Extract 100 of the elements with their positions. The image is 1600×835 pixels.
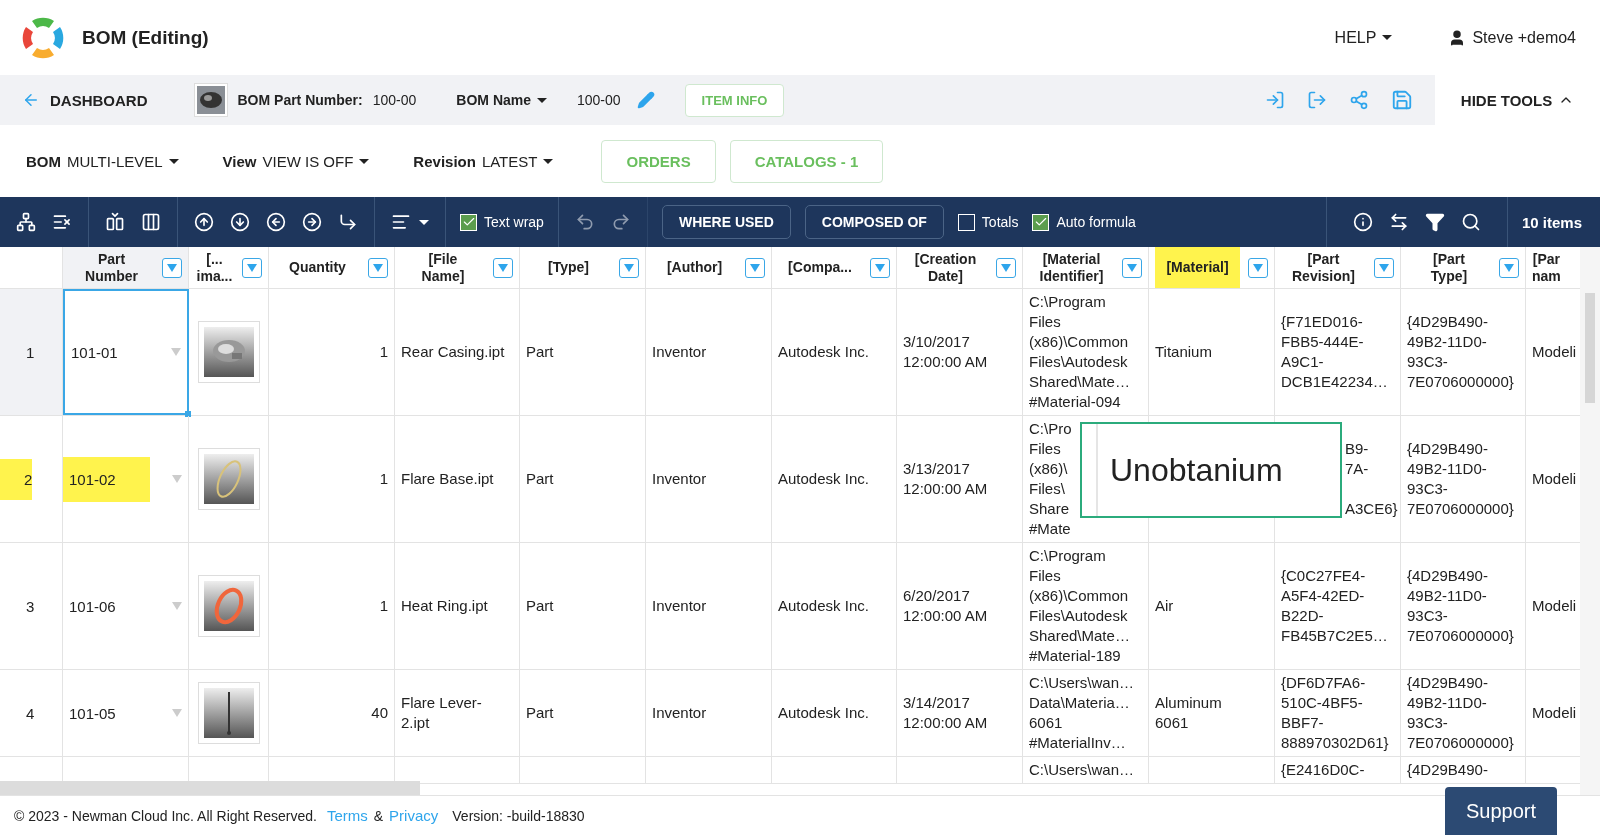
- column-header: Quantity: [288, 258, 347, 277]
- filter-dropdown[interactable]: [162, 257, 182, 278]
- view-selector[interactable]: BOM MULTI-LEVEL: [20, 151, 185, 171]
- table-cell: C:\Users\wan…: [1029, 760, 1135, 780]
- caret-icon: [1382, 35, 1393, 40]
- table-cell: Flare Lever- 2.ipt: [401, 693, 482, 733]
- user-menu[interactable]: Steve +demo4: [1442, 27, 1582, 48]
- table-cell: Autodesk Inc.: [778, 703, 869, 723]
- table-cell: {F71ED016- FBB5-444E- A9C1- DCB1E42234…: [1281, 312, 1388, 392]
- filter-dropdown[interactable]: [870, 257, 890, 278]
- filter-dropdown[interactable]: [242, 257, 262, 278]
- table-cell: 6/20/2017 12:00:00 AM: [903, 586, 988, 626]
- column-header: [File Name]: [420, 249, 466, 286]
- table-cell: Inventor: [652, 342, 707, 362]
- caret-icon: [1001, 263, 1011, 272]
- bom-name-dropdown[interactable]: BOM Name: [450, 91, 553, 109]
- filter-dropdown[interactable]: [1499, 257, 1519, 278]
- scrollbar-thumb[interactable]: [0, 781, 420, 795]
- table-cell: {E2416D0C-: [1281, 760, 1365, 780]
- caret-icon: [167, 263, 177, 272]
- table-cell: Heat Ring.ipt: [401, 596, 488, 616]
- copyright-text: © 2023 - Newman Cloud Inc. All Right Reserved.: [14, 807, 317, 824]
- caret-icon: [247, 263, 257, 272]
- caret-icon: [1127, 263, 1137, 272]
- part-number: 101-02: [63, 456, 150, 502]
- filter-dropdown[interactable]: [368, 257, 388, 278]
- table-cell: Rear Casing.ipt: [401, 342, 505, 362]
- scrollbar-thumb[interactable]: [1585, 293, 1595, 403]
- table-cell: C:\Pro Files (x86)\ Files\ Share #Mate: [1029, 419, 1072, 539]
- caret-icon: [171, 348, 181, 356]
- checkbox[interactable]: Auto formula: [1032, 213, 1136, 231]
- view-selector[interactable]: Revision LATEST: [407, 151, 560, 171]
- table-cell: 3/10/2017 12:00:00 AM: [903, 332, 988, 372]
- table-cell: {C0C27FE4- A5F4-42ED- B22D- FB45B7C2E5…: [1281, 566, 1388, 646]
- caret-icon: [750, 263, 760, 272]
- table-cell: Modeli: [1532, 469, 1577, 489]
- filter-dropdown[interactable]: [745, 257, 765, 278]
- table-cell: 1: [379, 469, 388, 489]
- column-header: [Part Type]: [1429, 249, 1469, 286]
- caret-icon: [172, 709, 182, 717]
- ampersand-text: &: [373, 807, 384, 824]
- version-text: Version: -build-18830: [452, 807, 585, 824]
- filter-dropdown[interactable]: [619, 257, 639, 278]
- table-cell: Inventor: [652, 469, 707, 489]
- table-cell: C:\Users\wan… Data\Materia… 6061 #MaterialInv…: [1029, 673, 1135, 753]
- composed-of-button[interactable]: COMPOSED OF: [804, 205, 944, 239]
- checkbox[interactable]: Totals: [957, 213, 1019, 231]
- table-cell: Aluminum 6061: [1155, 693, 1222, 733]
- table-cell: 40: [371, 703, 388, 723]
- table-cell: 3/14/2017 12:00:00 AM: [903, 693, 988, 733]
- filter-dropdown[interactable]: [1374, 257, 1394, 278]
- caret-icon: [875, 263, 885, 272]
- table-cell: Modeli: [1532, 703, 1577, 723]
- filter-dropdown[interactable]: [493, 257, 513, 278]
- column-header: [Material Identifier]: [1038, 249, 1105, 286]
- table-cell: {4D29B490-: [1407, 760, 1488, 780]
- table-cell: Autodesk Inc.: [778, 342, 869, 362]
- table-cell: 1: [379, 342, 388, 362]
- column-header: [Creation Date]: [913, 249, 978, 286]
- table-cell: C:\Program Files (x86)\Common Files\Autodesk Shared\Mate… #Material-094: [1029, 292, 1130, 412]
- caret-icon: [624, 263, 634, 272]
- table-cell: {4D29B490- 49B2-11D0- 93C3- 7E0706000000}: [1407, 566, 1514, 646]
- caret-icon: [172, 602, 182, 610]
- table-cell: Inventor: [652, 596, 707, 616]
- table-cell: Modeli: [1532, 342, 1577, 362]
- help-menu[interactable]: HELP: [1328, 27, 1399, 48]
- row-number: 1: [25, 343, 35, 361]
- caret-icon: [543, 158, 554, 164]
- part-number: 101-01: [70, 342, 119, 363]
- fill-handle[interactable]: [185, 411, 191, 417]
- filter-dropdown[interactable]: [1248, 257, 1268, 278]
- table-cell: C:\Program Files (x86)\Common Files\Autodesk Shared\Mate… #Material-189: [1029, 546, 1130, 666]
- filter-dropdown[interactable]: [1122, 257, 1142, 278]
- caret-icon: [1253, 263, 1263, 272]
- column-header: [Part Revision]: [1291, 249, 1356, 286]
- support-button[interactable]: Support: [1445, 787, 1557, 835]
- item-count: 10 items: [1521, 213, 1582, 231]
- check-icon: [1033, 215, 1048, 229]
- check-icon: [461, 215, 476, 229]
- where-used-button[interactable]: WHERE USED: [661, 205, 791, 239]
- table-cell: Autodesk Inc.: [778, 469, 869, 489]
- table-cell: {4D29B490- 49B2-11D0- 93C3- 7E0706000000}: [1407, 673, 1514, 753]
- table-cell: Titanium: [1155, 342, 1212, 362]
- table-cell: 3/13/2017 12:00:00 AM: [903, 459, 988, 499]
- row-number: 3: [25, 597, 35, 615]
- row-number: 4: [25, 704, 35, 722]
- caret-icon: [373, 263, 383, 272]
- filter-dropdown[interactable]: [996, 257, 1016, 278]
- table-cell: Flare Base.ipt: [401, 469, 494, 489]
- column-header: [Author]: [665, 258, 724, 277]
- hide-tools-button[interactable]: HIDE TOOLS: [1454, 90, 1581, 110]
- caret-icon: [498, 263, 508, 272]
- caret-icon: [1504, 263, 1514, 272]
- caret-icon: [419, 219, 429, 225]
- column-header: Part Number: [84, 249, 139, 286]
- caret-icon: [172, 475, 182, 483]
- bom-name-value: 100-00: [577, 92, 621, 108]
- dashboard-link[interactable]: DASHBOARD: [16, 90, 154, 110]
- view-selector[interactable]: View VIEW IS OFF: [216, 151, 376, 171]
- checkbox[interactable]: Text wrap: [460, 213, 544, 231]
